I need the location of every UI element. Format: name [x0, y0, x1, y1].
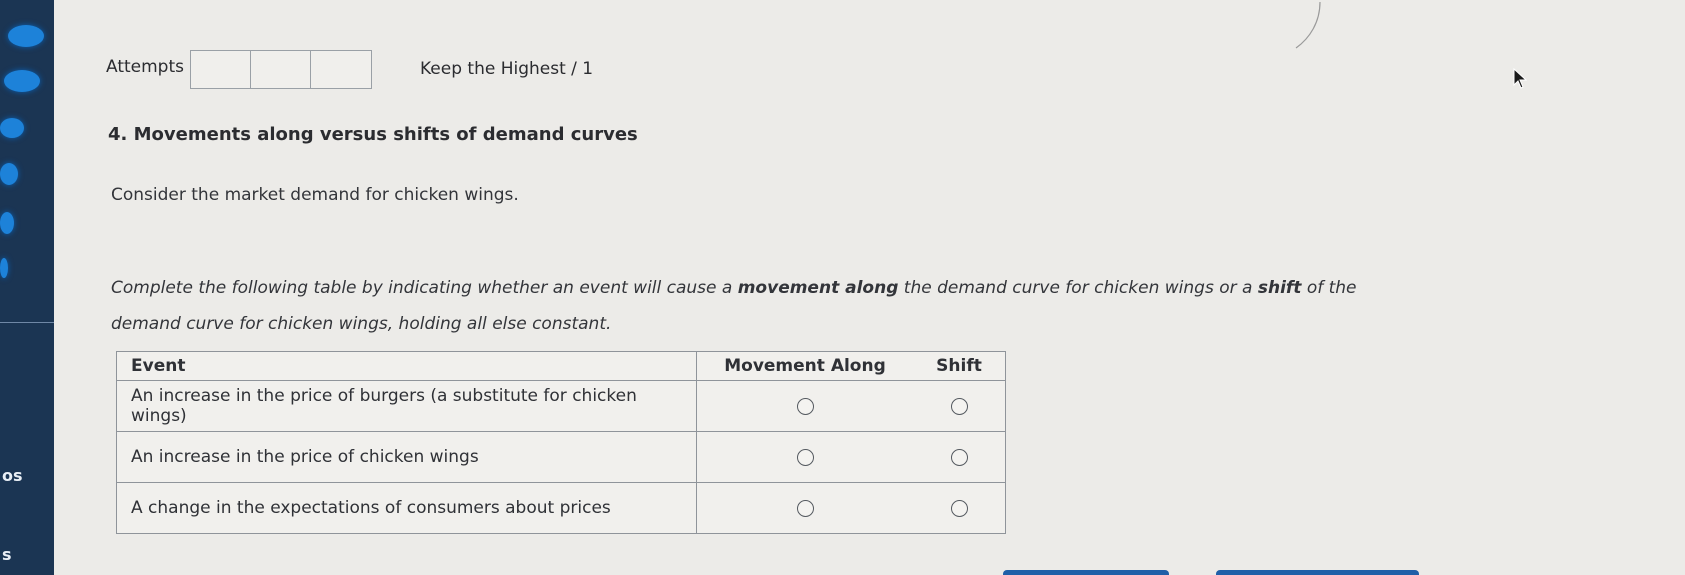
- instruction-text-2: the demand curve for chicken wings or a: [898, 278, 1258, 298]
- nav-step-6-icon[interactable]: [0, 258, 8, 278]
- shift-column-header: Shift: [913, 351, 1006, 381]
- nav-step-4-icon[interactable]: [0, 163, 18, 185]
- question-title: 4. Movements along versus shifts of dema…: [108, 124, 638, 145]
- instruction-bold-movement-along: movement along: [737, 278, 899, 298]
- side-navigation-strip: os s: [0, 0, 54, 575]
- movement-along-radio[interactable]: [796, 397, 814, 415]
- attempts-label: Attempts: [106, 57, 184, 77]
- mouse-cursor-icon: [1513, 68, 1528, 89]
- nav-step-5-icon[interactable]: [0, 212, 14, 234]
- shift-cell: [913, 482, 1006, 534]
- shift-radio[interactable]: [950, 397, 968, 415]
- shift-radio[interactable]: [950, 499, 968, 517]
- event-cell: An increase in the price of burgers (a s…: [116, 380, 697, 432]
- shift-cell: [913, 431, 1006, 483]
- nav-step-3-icon[interactable]: [0, 118, 24, 138]
- event-column-header: Event: [116, 351, 697, 381]
- nav-step-1-icon[interactable]: [8, 25, 44, 47]
- event-cell: A change in the expectations of consumer…: [116, 482, 697, 534]
- movement-along-cell: [696, 380, 913, 432]
- movement-along-column-header: Movement Along: [696, 351, 913, 381]
- movement-along-cell: [696, 482, 913, 534]
- instruction-bold-shift: shift: [1257, 278, 1302, 298]
- nav-step-2-icon[interactable]: [4, 70, 40, 92]
- table-row: An increase in the price of chicken wing…: [116, 431, 1006, 483]
- movement-along-radio[interactable]: [796, 499, 814, 517]
- grading-policy-label: Keep the Highest / 1: [420, 59, 594, 79]
- bottom-action-button-1[interactable]: [1003, 570, 1169, 575]
- shift-radio[interactable]: [950, 448, 968, 466]
- events-table: Event Movement Along Shift An increase i…: [116, 351, 1006, 534]
- question-intro: Consider the market demand for chicken w…: [111, 185, 519, 205]
- movement-along-cell: [696, 431, 913, 483]
- event-cell: An increase in the price of chicken wing…: [116, 431, 697, 483]
- attempt-box-1: [191, 51, 251, 88]
- question-instruction: Complete the following table by indicati…: [111, 270, 1431, 342]
- side-strip-divider: [0, 322, 54, 323]
- stray-arc-mark: [1295, 1, 1321, 49]
- table-row: A change in the expectations of consumer…: [116, 482, 1006, 534]
- attempt-box-3: [311, 51, 371, 88]
- shift-cell: [913, 380, 1006, 432]
- movement-along-radio[interactable]: [796, 448, 814, 466]
- table-row: An increase in the price of burgers (a s…: [116, 380, 1006, 432]
- instruction-text-1: Complete the following table by indicati…: [111, 278, 738, 298]
- side-strip-text-os: os: [2, 466, 23, 485]
- bottom-action-button-2[interactable]: [1216, 570, 1419, 575]
- side-strip-text-s: s: [2, 545, 12, 564]
- table-header-row: Event Movement Along Shift: [116, 351, 1006, 381]
- attempts-tracker: [190, 50, 372, 89]
- attempt-box-2: [251, 51, 311, 88]
